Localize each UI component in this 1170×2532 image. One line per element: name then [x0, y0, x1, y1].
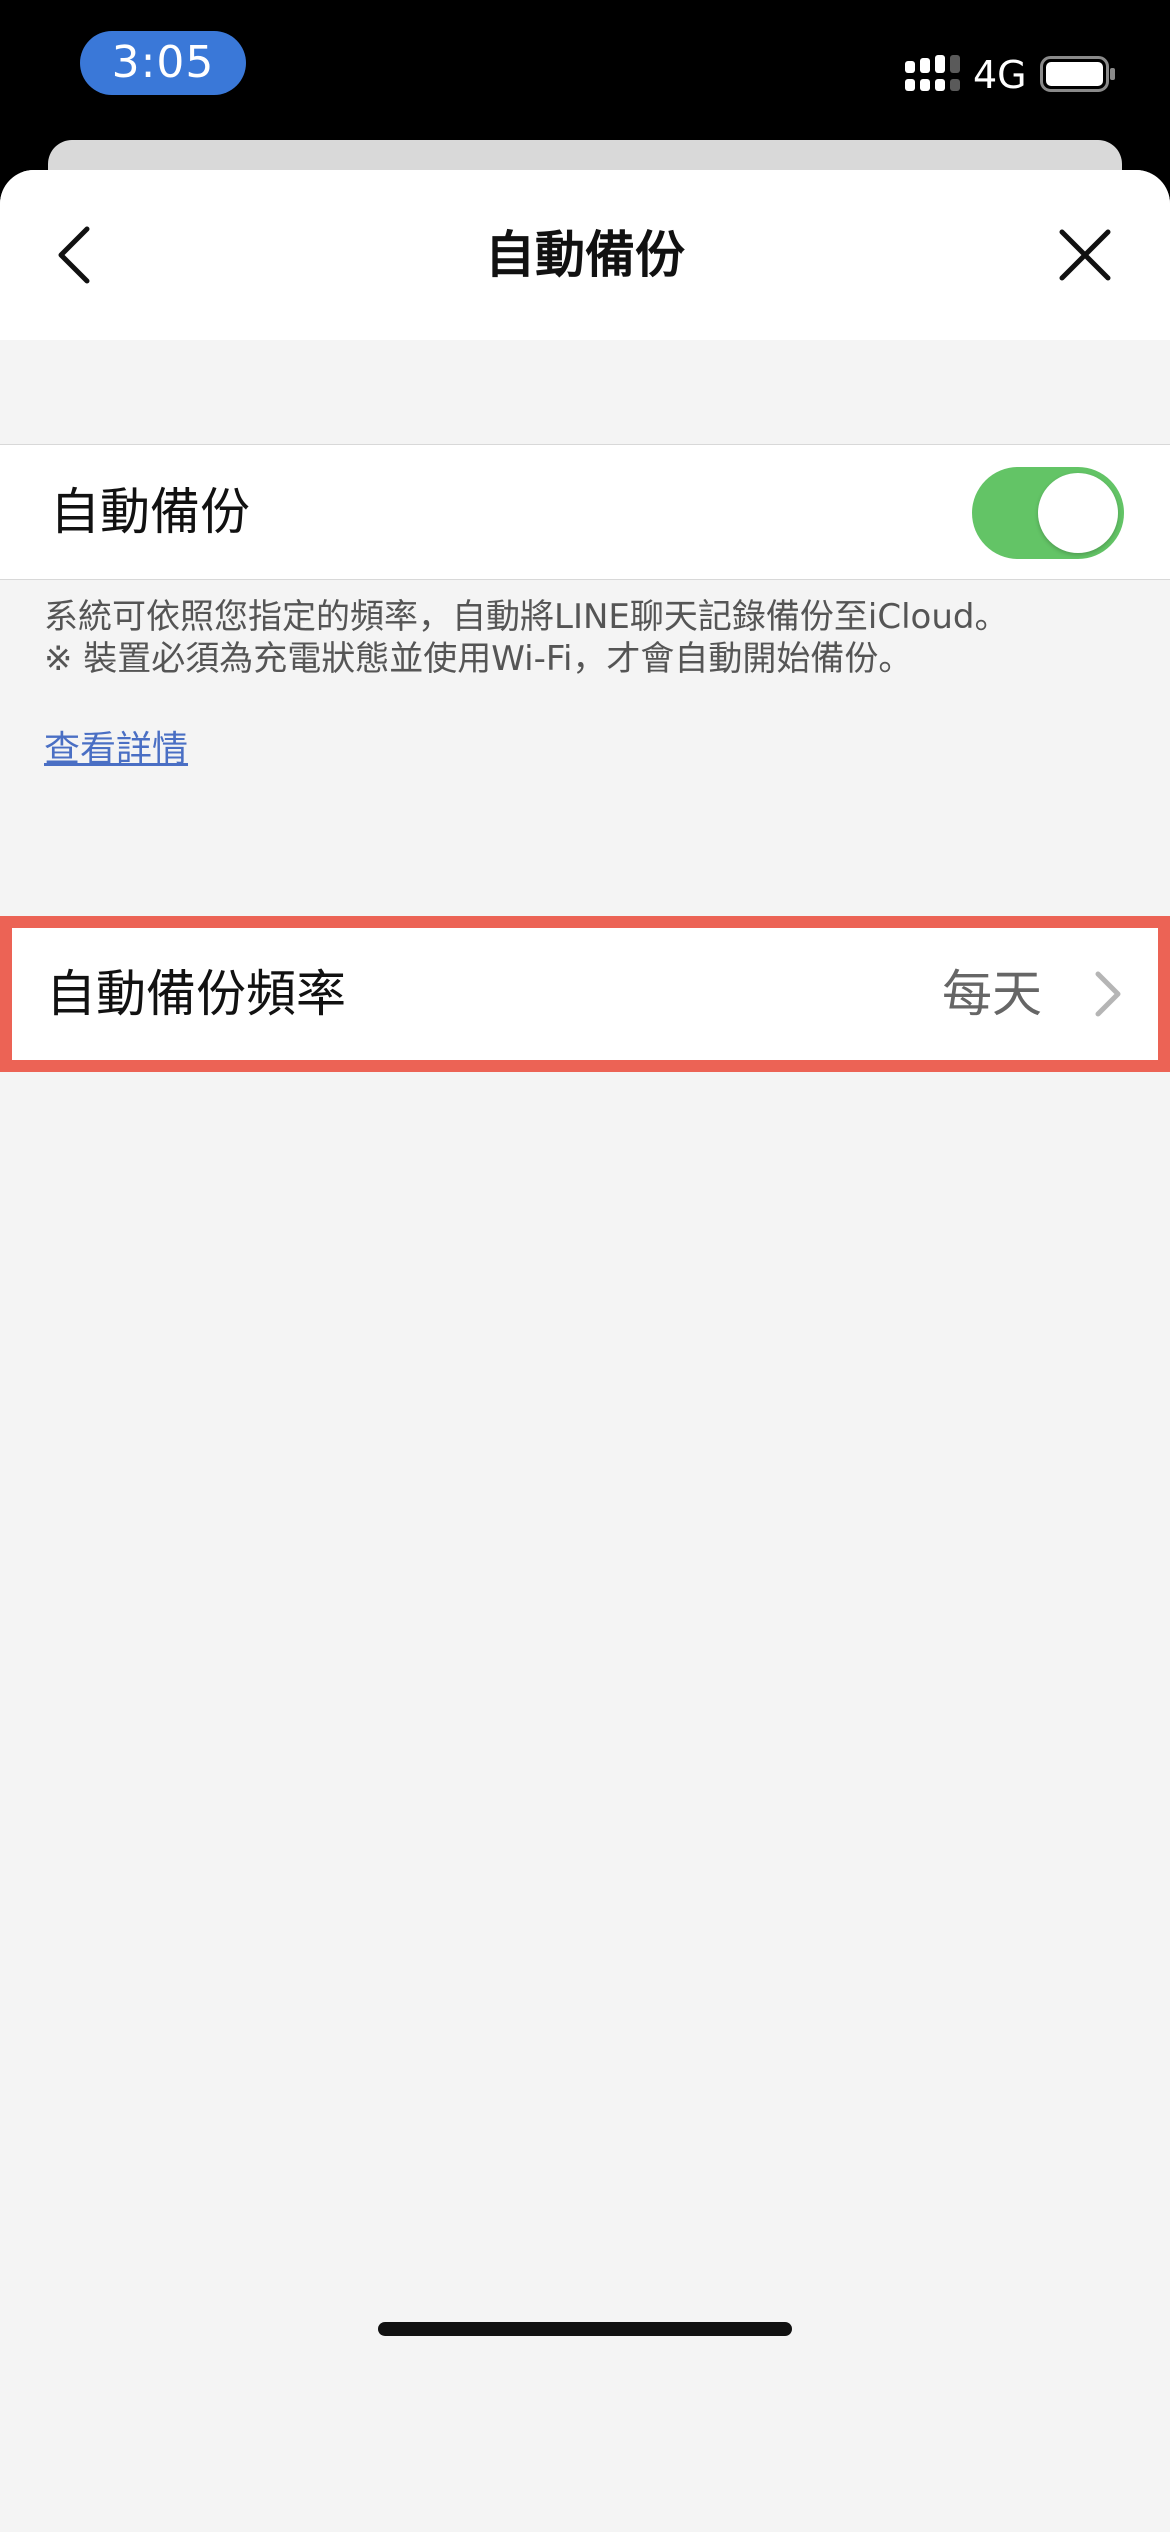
toggle-knob — [1038, 473, 1118, 553]
auto-backup-label: 自動備份 — [50, 483, 250, 541]
backup-description: 系統可依照您指定的頻率，自動將LINE聊天記錄備份至iCloud。 ※ 裝置必須… — [44, 596, 1134, 680]
battery-icon — [1040, 56, 1115, 92]
back-button[interactable] — [30, 210, 120, 300]
status-bar: 3:05 4G — [0, 0, 1170, 140]
cellular-signal-icon — [905, 55, 960, 91]
auto-backup-toggle[interactable] — [972, 467, 1124, 559]
backup-frequency-row[interactable]: 自動備份頻率 每天 — [0, 916, 1170, 1072]
page-title: 自動備份 — [485, 226, 685, 284]
auto-backup-toggle-row: 自動備份 — [0, 444, 1170, 580]
close-button[interactable] — [1040, 210, 1130, 300]
close-icon — [1059, 229, 1111, 281]
home-indicator[interactable] — [378, 2322, 792, 2336]
description-line-1: 系統可依照您指定的頻率，自動將LINE聊天記錄備份至iCloud。 — [44, 597, 1009, 637]
chevron-right-icon — [1095, 971, 1121, 1017]
chevron-left-icon — [58, 226, 90, 284]
view-details-link[interactable]: 查看詳情 — [44, 722, 188, 778]
status-time[interactable]: 3:05 — [80, 31, 246, 95]
navigation-bar: 自動備份 — [0, 170, 1170, 340]
auto-backup-sheet: 自動備份 自動備份 系統可依照您指定的頻率，自動將LINE聊天記錄備份至iClo… — [0, 170, 1170, 2532]
network-type: 4G — [973, 53, 1027, 97]
backup-frequency-value: 每天 — [942, 965, 1042, 1023]
backup-frequency-label: 自動備份頻率 — [46, 965, 346, 1023]
description-line-2: ※ 裝置必須為充電狀態並使用Wi-Fi，才會自動開始備份。 — [44, 639, 913, 679]
